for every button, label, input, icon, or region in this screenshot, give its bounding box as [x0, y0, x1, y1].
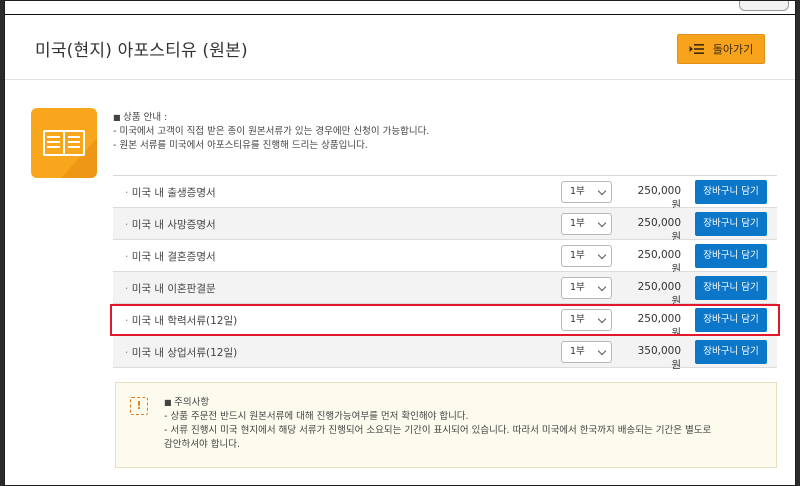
highlight-box [110, 304, 780, 336]
page-header: 미국(현지) 아포스티유 (원본) 돌아가기 [5, 16, 795, 80]
notice-box: ! 주의사항 - 상품 주문전 반드시 원본서류에 대해 진행가능여부를 먼저 … [115, 382, 777, 468]
back-button-label: 돌아가기 [712, 43, 754, 56]
add-to-cart-button[interactable]: 장바구니 담기 [695, 244, 767, 268]
product-row: 미국 내 사망증명서 1부 250,000원 장바구니 담기 [113, 208, 777, 243]
product-row: 미국 내 결혼증명서 1부 250,000원 장바구니 담기 [113, 240, 777, 275]
add-to-cart-button[interactable]: 장바구니 담기 [695, 180, 767, 204]
chevron-down-icon [597, 186, 607, 196]
product-price: 350,000원 [637, 345, 681, 371]
chevron-down-icon [597, 250, 607, 260]
quantity-select[interactable]: 1부 [561, 341, 612, 363]
product-name: 미국 내 결혼증명서 [125, 249, 216, 264]
add-to-cart-button[interactable]: 장바구니 담기 [695, 340, 767, 364]
quantity-select[interactable]: 1부 [561, 245, 612, 267]
notice-line: - 서류 진행시 미국 현지에서 해당 서류가 진행되어 소요되는 기간이 표시… [164, 425, 712, 436]
back-button[interactable]: 돌아가기 [677, 34, 765, 64]
info-line: - 원본 서류를 미국에서 아포스티유를 진행해 드리는 상품입니다. [113, 140, 368, 151]
quantity-select[interactable]: 1부 [561, 277, 612, 299]
info-line: - 미국에서 고객이 직접 받은 종이 원본서류가 있는 경우에만 신청이 가능… [113, 126, 430, 137]
product-row: 미국 내 이혼판결문 1부 250,000원 장바구니 담기 [113, 272, 777, 307]
chevron-down-icon [597, 346, 607, 356]
exclamation-icon: ! [130, 397, 148, 415]
quantity-select[interactable]: 1부 [561, 181, 612, 203]
product-info: 상품 안내 : - 미국에서 고객이 직접 받은 종이 원본서류가 있는 경우에… [113, 111, 429, 153]
notice-line: 감안하셔야 합니다. [164, 439, 240, 450]
chevron-down-icon [597, 218, 607, 228]
window-close-tab[interactable] [739, 1, 789, 11]
add-to-cart-button[interactable]: 장바구니 담기 [695, 276, 767, 300]
page-title: 미국(현지) 아포스티유 (원본) [35, 41, 248, 61]
quantity-value: 1부 [570, 346, 585, 357]
product-name: 미국 내 사망증명서 [125, 217, 216, 232]
add-to-cart-button[interactable]: 장바구니 담기 [695, 212, 767, 236]
notice-line: - 상품 주문전 반드시 원본서류에 대해 진행가능여부를 먼저 확인해야 합니… [164, 411, 469, 422]
product-row: 미국 내 출생증명서 1부 250,000원 장바구니 담기 [113, 176, 777, 211]
notice-heading: 주의사항 [164, 396, 764, 410]
back-list-icon [689, 44, 704, 54]
product-list: 미국 내 출생증명서 1부 250,000원 장바구니 담기 미국 내 사망증명… [113, 175, 777, 371]
quantity-value: 1부 [570, 218, 585, 229]
app-window: 미국(현지) 아포스티유 (원본) 돌아가기 상품 안내 : - [4, 0, 796, 486]
window-top-strip [5, 1, 795, 15]
info-heading: 상품 안내 : [113, 111, 429, 125]
document-book-icon [31, 108, 97, 178]
product-name: 미국 내 출생증명서 [125, 185, 216, 200]
notice-text: 주의사항 - 상품 주문전 반드시 원본서류에 대해 진행가능여부를 먼저 확인… [164, 396, 764, 452]
chevron-down-icon [597, 282, 607, 292]
quantity-value: 1부 [570, 282, 585, 293]
product-row: 미국 내 상업서류(12일) 1부 350,000원 장바구니 담기 [113, 336, 777, 371]
product-name: 미국 내 상업서류(12일) [125, 345, 238, 360]
product-name: 미국 내 이혼판결문 [125, 281, 216, 296]
quantity-select[interactable]: 1부 [561, 213, 612, 235]
quantity-value: 1부 [570, 186, 585, 197]
quantity-value: 1부 [570, 250, 585, 261]
